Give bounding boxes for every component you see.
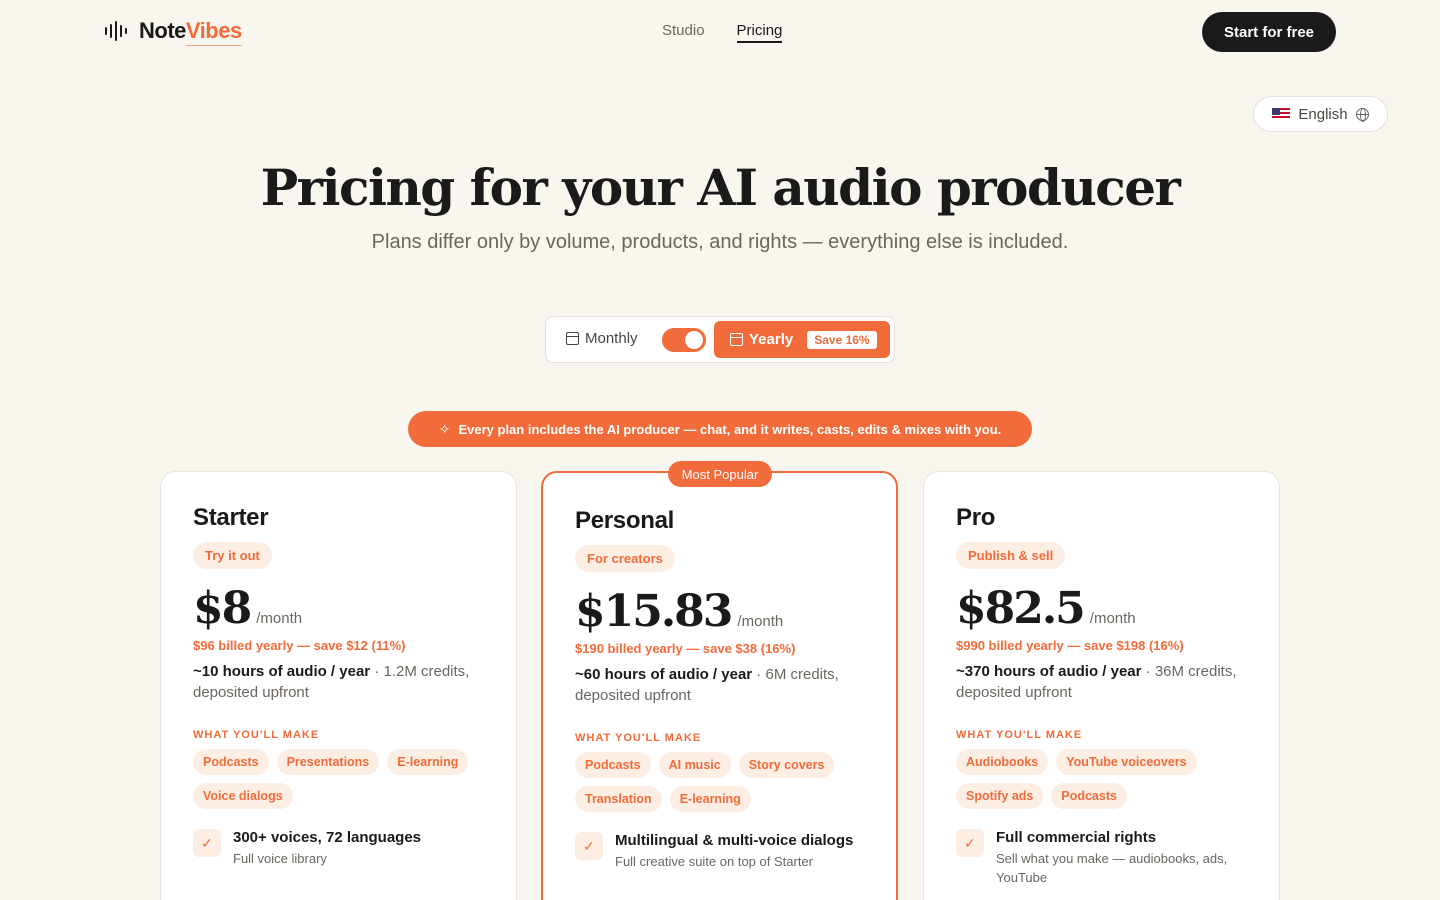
nav-pricing[interactable]: Pricing bbox=[736, 22, 783, 43]
billing-yearly-option[interactable]: Yearly Save 16% bbox=[714, 321, 890, 358]
check-icon: ✓ bbox=[956, 829, 984, 857]
feature-item: ✓ Multilingual & multi-voice dialogs Ful… bbox=[575, 832, 864, 871]
use-case-chip: AI music bbox=[658, 752, 731, 778]
feature-title: 300+ voices, 72 languages bbox=[233, 829, 422, 846]
use-case-chip: Story covers bbox=[738, 752, 835, 778]
language-label: English bbox=[1298, 105, 1348, 123]
sparkle-icon: ✧ bbox=[438, 420, 451, 437]
calendar-icon bbox=[566, 332, 579, 345]
use-case-chips: Podcasts AI music Story covers Translati… bbox=[575, 752, 864, 812]
plan-card-personal: Personal For creators $15.83 /month $190… bbox=[541, 471, 898, 900]
page-title: Pricing for your AI audio producer bbox=[260, 158, 1181, 217]
nav-studio[interactable]: Studio bbox=[662, 22, 705, 43]
use-case-chip: E-learning bbox=[669, 786, 751, 812]
calendar-icon bbox=[730, 333, 743, 346]
main-nav: Studio Pricing bbox=[662, 22, 783, 43]
billing-toggle: Monthly Yearly Save 16% bbox=[545, 316, 895, 363]
billing-switch[interactable] bbox=[662, 328, 706, 352]
plan-name: Pro bbox=[956, 504, 996, 531]
plan-price: $82.5 bbox=[956, 583, 1086, 634]
use-case-chips: Podcasts Presentations E-learning Voice … bbox=[193, 749, 484, 809]
price-period: /month bbox=[1089, 610, 1136, 627]
feature-item: ✓ Full commercial rights Sell what you m… bbox=[956, 829, 1247, 887]
make-label: WHAT YOU'LL MAKE bbox=[575, 732, 702, 744]
price-row: $8 /month bbox=[193, 583, 484, 634]
feature-subtitle: Sell what you make — audiobooks, ads, Yo… bbox=[996, 851, 1228, 885]
feature-subtitle: Full creative suite on top of Starter bbox=[615, 854, 813, 869]
price-row: $15.83 /month bbox=[575, 586, 864, 637]
price-period: /month bbox=[256, 610, 303, 627]
page-subtitle: Plans differ only by volume, products, a… bbox=[371, 231, 1069, 253]
use-case-chip: YouTube voiceovers bbox=[1056, 749, 1197, 775]
plan-tag: Publish & sell bbox=[956, 542, 1066, 569]
make-label: WHAT YOU'LL MAKE bbox=[956, 729, 1083, 741]
use-case-chip: Audiobooks bbox=[956, 749, 1049, 775]
use-case-chip: Translation bbox=[575, 786, 662, 812]
use-case-chip: Spotify ads bbox=[956, 783, 1044, 809]
plan-volume: ~370 hours of audio / year · 36M credits… bbox=[956, 663, 1237, 701]
start-free-button[interactable]: Start for free bbox=[1202, 12, 1336, 52]
feature-item: ✓ 300+ voices, 72 languages Full voice l… bbox=[193, 829, 484, 868]
language-selector[interactable]: English bbox=[1253, 96, 1388, 132]
billing-monthly-option[interactable]: Monthly bbox=[566, 330, 638, 347]
billed-yearly: $990 billed yearly — save $198 (16%) bbox=[956, 638, 1184, 653]
save-badge: Save 16% bbox=[807, 330, 877, 349]
use-case-chip: Podcasts bbox=[1051, 783, 1127, 809]
banner-text: Every plan includes the AI producer — ch… bbox=[458, 421, 1002, 437]
plan-volume: ~10 hours of audio / year · 1.2M credits… bbox=[193, 663, 470, 701]
plan-price: $8 bbox=[193, 583, 252, 634]
monthly-label: Monthly bbox=[585, 330, 638, 347]
plan-tag: For creators bbox=[575, 545, 675, 572]
us-flag-icon bbox=[1272, 108, 1291, 120]
make-label: WHAT YOU'LL MAKE bbox=[193, 729, 320, 741]
waveform-icon bbox=[105, 21, 127, 41]
feature-title: Full commercial rights bbox=[996, 829, 1157, 846]
feature-subtitle: Full voice library bbox=[233, 851, 327, 866]
yearly-label: Yearly bbox=[749, 331, 794, 348]
plan-name: Starter bbox=[193, 504, 269, 531]
check-icon: ✓ bbox=[193, 829, 221, 857]
brand-name: NoteVibes bbox=[139, 18, 242, 43]
billed-yearly: $96 billed yearly — save $12 (11%) bbox=[193, 638, 406, 653]
plan-volume: ~60 hours of audio / year · 6M credits, … bbox=[575, 666, 839, 704]
use-case-chip: Voice dialogs bbox=[193, 783, 293, 809]
feature-title: Multilingual & multi-voice dialogs bbox=[615, 832, 854, 849]
plan-tag: Try it out bbox=[193, 542, 272, 569]
ai-producer-banner: ✧ Every plan includes the AI producer — … bbox=[408, 411, 1032, 447]
most-popular-badge: Most Popular bbox=[668, 461, 772, 487]
plan-card-pro: Pro Publish & sell $82.5 /month $990 bil… bbox=[923, 471, 1280, 900]
use-case-chips: Audiobooks YouTube voiceovers Spotify ad… bbox=[956, 749, 1247, 809]
check-icon: ✓ bbox=[575, 832, 603, 860]
billed-yearly: $190 billed yearly — save $38 (16%) bbox=[575, 641, 796, 656]
use-case-chip: Podcasts bbox=[575, 752, 651, 778]
top-header: NoteVibes Studio Pricing Start for free bbox=[0, 0, 1440, 64]
plan-name: Personal bbox=[575, 507, 674, 534]
price-period: /month bbox=[737, 613, 784, 630]
use-case-chip: Podcasts bbox=[193, 749, 269, 775]
plan-card-starter: Starter Try it out $8 /month $96 billed … bbox=[160, 471, 517, 900]
plan-price: $15.83 bbox=[575, 586, 733, 637]
price-row: $82.5 /month bbox=[956, 583, 1247, 634]
use-case-chip: Presentations bbox=[276, 749, 380, 775]
globe-icon bbox=[1355, 107, 1369, 122]
brand-logo[interactable]: NoteVibes bbox=[105, 18, 242, 44]
use-case-chip: E-learning bbox=[387, 749, 469, 775]
